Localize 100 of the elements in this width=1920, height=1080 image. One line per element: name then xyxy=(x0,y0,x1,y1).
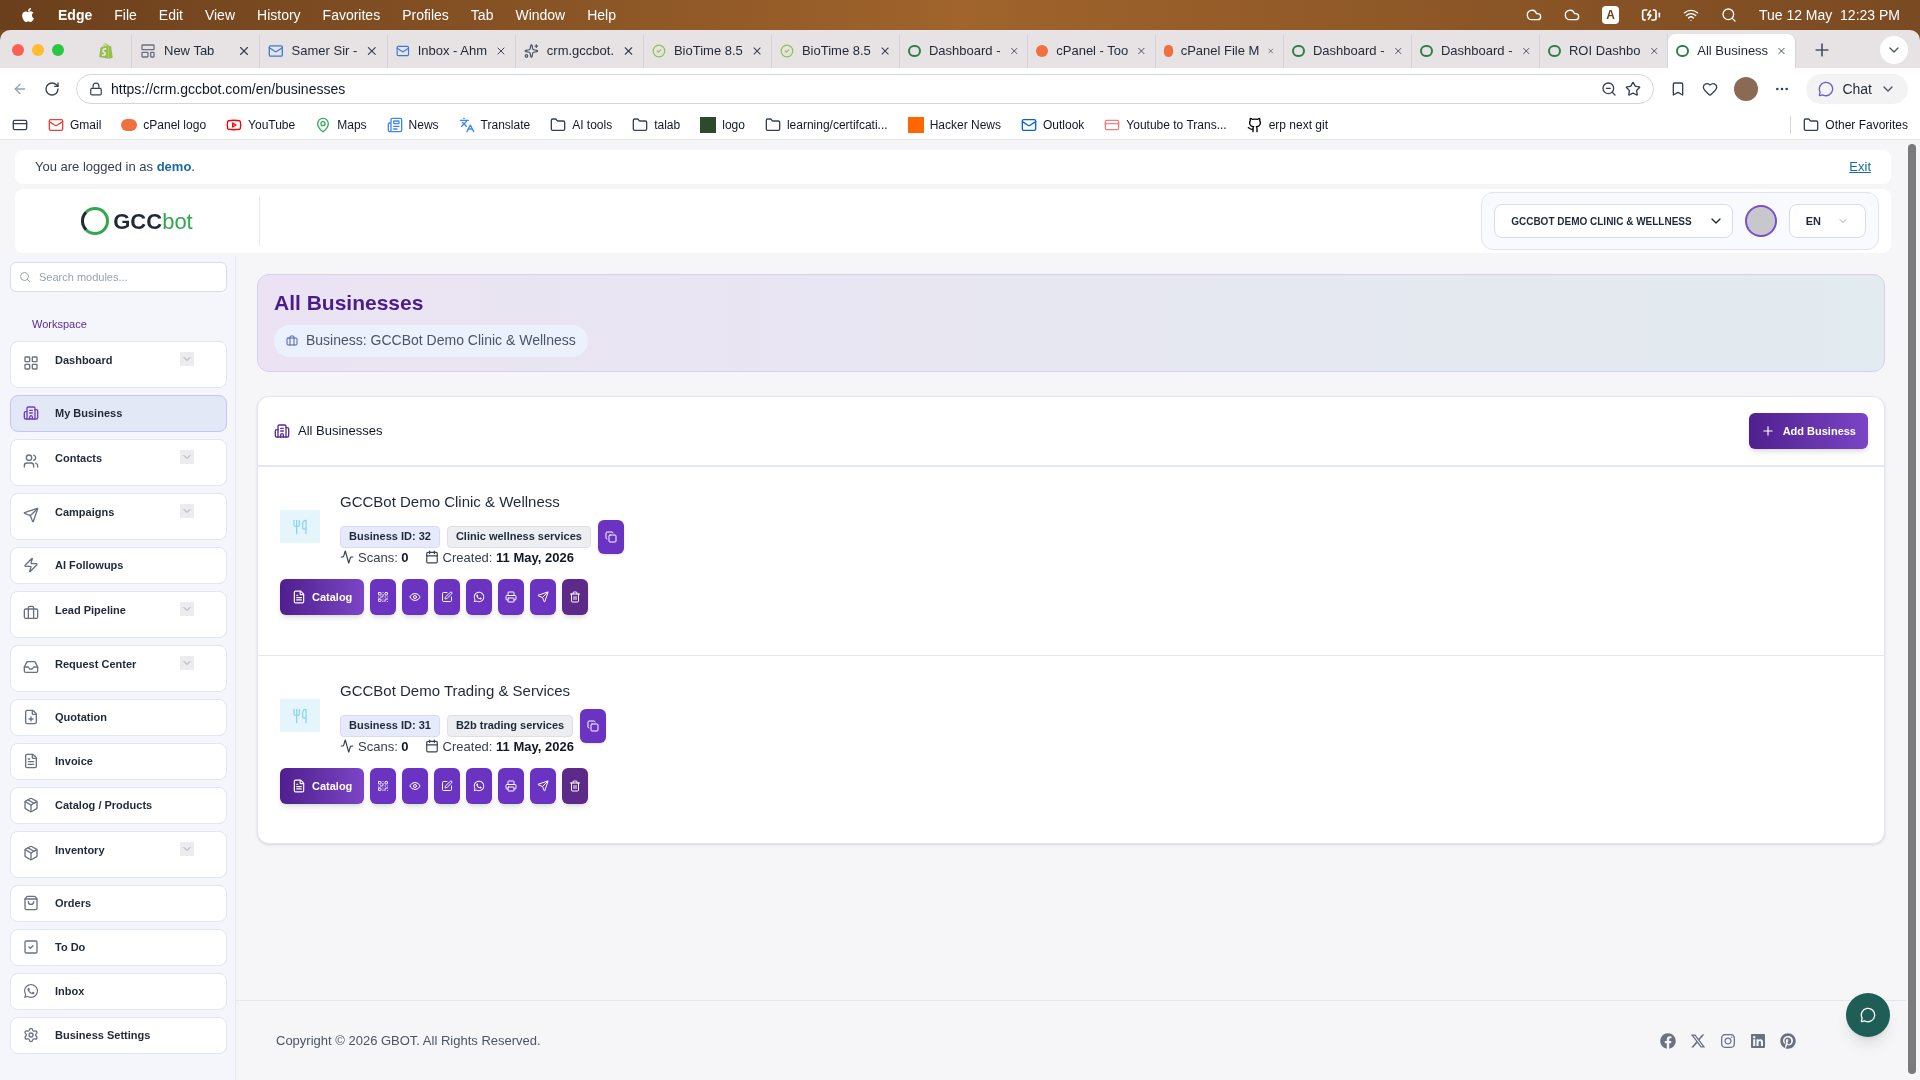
sidebar-item[interactable]: Inventory xyxy=(10,830,227,878)
bookmark-link[interactable]: Youtube to Trans... xyxy=(1104,115,1227,134)
section-label: Workspace xyxy=(32,317,88,332)
print-button[interactable] xyxy=(498,768,525,804)
business-select[interactable]: GCCBOT DEMO CLINIC & WELLNESS xyxy=(1494,204,1733,238)
sidebar-item[interactable]: Quotation xyxy=(10,698,227,736)
clock[interactable]: Tue 12 May 12:23 PM xyxy=(1758,4,1900,26)
bookmark-link[interactable]: Outlook xyxy=(1021,115,1085,134)
profile-avatar[interactable] xyxy=(1734,77,1759,101)
send-button[interactable] xyxy=(530,579,557,615)
other-favorites-link[interactable]: Other Favorites xyxy=(1790,115,1908,134)
sidebar-item[interactable]: AI Followups xyxy=(10,546,227,584)
edit-button[interactable] xyxy=(434,579,461,615)
delete-button[interactable] xyxy=(562,579,589,615)
scrollbar[interactable] xyxy=(1908,144,1916,1074)
close-icon[interactable] xyxy=(237,44,251,58)
business-context-badge: Business: GCCBot Demo Clinic & Wellness xyxy=(274,324,588,357)
eye-icon xyxy=(409,780,422,792)
chat-button[interactable]: Chat xyxy=(1806,74,1908,104)
sidebar-item[interactable]: Orders xyxy=(10,884,227,922)
tab-title: cPanel File M xyxy=(1180,42,1260,61)
utensils-icon xyxy=(292,707,308,724)
bookmark-link[interactable]: erp next git xyxy=(1246,115,1328,134)
logo-text: GCCbot xyxy=(113,207,193,236)
activity-icon xyxy=(340,550,354,565)
tab-title: Dashboard - xyxy=(929,42,1001,61)
exit-link[interactable]: Exit xyxy=(1849,157,1871,177)
view-button[interactable] xyxy=(402,768,429,804)
utensils-icon xyxy=(292,518,308,535)
edit-button[interactable] xyxy=(434,768,461,804)
menu-item[interactable]: View xyxy=(204,4,235,26)
bookmark-link[interactable]: Hacker News xyxy=(907,115,1001,134)
whatsapp-button[interactable] xyxy=(466,579,493,615)
tab-title: cPanel - Too xyxy=(1056,42,1129,61)
chat-icon xyxy=(1818,81,1835,97)
zoom-out-icon[interactable] xyxy=(1601,81,1618,97)
close-icon[interactable] xyxy=(622,44,635,58)
delete-button[interactable] xyxy=(562,768,589,804)
bookmark-link[interactable]: logo xyxy=(700,115,745,134)
menu-item[interactable]: Favorites xyxy=(322,4,381,26)
menu-item[interactable]: Tab xyxy=(470,4,494,26)
close-icon[interactable] xyxy=(365,44,379,58)
sidebar-item[interactable]: To Do xyxy=(10,928,227,966)
sidebar-item[interactable]: Contacts xyxy=(10,438,227,486)
send-icon xyxy=(537,780,550,792)
bookmark-link[interactable]: cPanel logo xyxy=(121,115,207,134)
search-icon[interactable] xyxy=(1720,7,1737,23)
menu-item[interactable]: History xyxy=(257,4,301,26)
input-source-indicator[interactable]: A xyxy=(1602,6,1619,24)
bookmark-link[interactable]: Translate xyxy=(458,115,531,134)
bookmark-link[interactable]: Gmail xyxy=(48,115,102,134)
sidebar-item[interactable]: Invoice xyxy=(10,742,227,780)
sidebar-item[interactable]: Lead Pipeline xyxy=(10,590,227,638)
sidebar-item[interactable]: My Business xyxy=(10,394,227,432)
sidebar-item[interactable]: Dashboard xyxy=(10,340,227,388)
user-avatar[interactable] xyxy=(1744,205,1777,237)
sidebar-item[interactable]: Campaigns xyxy=(10,492,227,540)
menu-item[interactable]: Edit xyxy=(158,4,183,26)
print-button[interactable] xyxy=(498,579,525,615)
catalog-button[interactable]: Catalog xyxy=(280,768,365,804)
bookmark-link[interactable]: learning/certifcati... xyxy=(764,115,888,134)
facebook-icon[interactable] xyxy=(1660,1032,1676,1049)
bookmark-link[interactable]: talab xyxy=(632,115,681,134)
sidebar-item-label: AI Followups xyxy=(55,557,125,573)
linkedin-icon[interactable] xyxy=(1750,1032,1766,1049)
bookmark-link[interactable]: YouTube xyxy=(226,115,296,134)
heart-icon[interactable] xyxy=(1702,81,1719,97)
reload-icon[interactable] xyxy=(44,81,60,97)
instagram-icon[interactable] xyxy=(1720,1032,1736,1049)
whatsapp-button[interactable] xyxy=(466,768,493,804)
x-icon[interactable] xyxy=(1690,1032,1706,1049)
star-icon[interactable] xyxy=(1625,81,1642,97)
trash-icon xyxy=(569,591,582,603)
menu-item[interactable]: Profiles xyxy=(402,4,449,26)
pinterest-icon[interactable] xyxy=(1780,1032,1796,1049)
sidebar-item[interactable]: Catalog / Products xyxy=(10,786,227,824)
menu-item[interactable]: Help xyxy=(587,4,616,26)
chat-button[interactable] xyxy=(1846,993,1890,1037)
browser-tab[interactable]: All Business xyxy=(1668,34,1796,68)
menu-item[interactable]: File xyxy=(114,4,137,26)
qr-code-button[interactable] xyxy=(370,768,397,804)
bookmark-link[interactable]: AI tools xyxy=(550,115,613,134)
sidebar-item[interactable]: Business Settings xyxy=(10,1016,227,1054)
bookmark-link[interactable]: News xyxy=(386,115,439,134)
sidebar-item[interactable]: Request Center xyxy=(10,644,227,692)
view-button[interactable] xyxy=(402,579,429,615)
catalog-button[interactable]: Catalog xyxy=(280,579,365,615)
qr-code-button[interactable] xyxy=(370,579,397,615)
bookmark-link[interactable]: Maps xyxy=(315,115,367,134)
apple-icon[interactable] xyxy=(20,7,36,23)
app-menu[interactable]: Edge xyxy=(58,4,93,26)
language-select[interactable]: EN xyxy=(1788,204,1866,238)
sidebar-item[interactable]: Inbox xyxy=(10,972,227,1010)
send-button[interactable] xyxy=(530,768,557,804)
sidebar-item-label: Business Settings xyxy=(55,1027,152,1043)
add-business-button[interactable]: Add Business xyxy=(1748,413,1868,449)
copy-button[interactable] xyxy=(580,708,607,743)
menu-item[interactable]: Window xyxy=(515,4,566,26)
copy-button[interactable] xyxy=(597,519,624,554)
wifi-icon[interactable] xyxy=(1682,7,1699,23)
